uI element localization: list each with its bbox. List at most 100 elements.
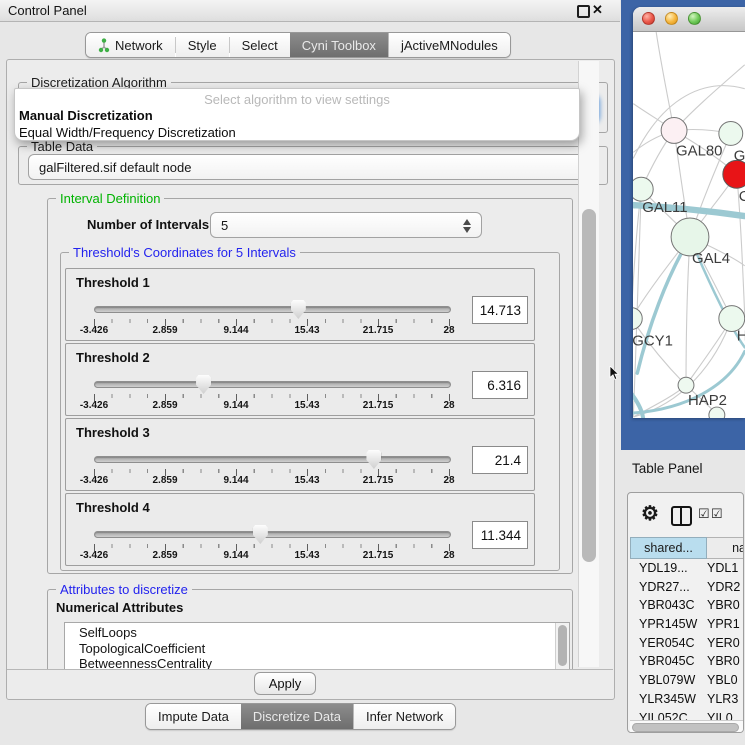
split-view-icon[interactable] <box>671 506 692 526</box>
node-label: GAL80 <box>676 142 722 159</box>
tab-impute-data[interactable]: Impute Data <box>146 704 241 729</box>
threshold-2-slider[interactable] <box>94 376 449 394</box>
list-item[interactable]: SelfLoops <box>65 623 569 641</box>
checkbox-icon[interactable]: ☑ <box>711 506 723 522</box>
numerical-attributes-label: Numerical Attributes <box>56 600 183 615</box>
tab-select[interactable]: Select <box>230 33 290 57</box>
algorithm-dropdown-popup: Select algorithm to view settings Manual… <box>14 88 580 141</box>
threshold-4-label: Threshold 4 <box>76 500 150 515</box>
threshold-1-slider-thumb[interactable] <box>291 300 306 319</box>
table-horizontal-scrollbar-thumb[interactable] <box>632 723 739 732</box>
threshold-3-slider-thumb[interactable] <box>366 450 381 469</box>
table-row[interactable]: YBL079WYBL0 <box>630 671 743 690</box>
close-icon[interactable]: ✕ <box>592 2 603 18</box>
node-label: HAP2 <box>688 392 727 409</box>
slider-track[interactable] <box>94 306 451 313</box>
window-title: Control Panel <box>8 3 87 18</box>
table-panel: ⚙ ☑ ☑ shared... na YDL19...YDL1 YDR27...… <box>627 492 744 733</box>
slider-scale-labels: -3.426 2.859 9.144 15.43 21.715 28 <box>94 400 449 412</box>
list-item[interactable]: BetweennessCentrality <box>65 656 569 670</box>
threshold-1-value-field[interactable]: 14.713 <box>472 296 528 324</box>
zoom-traffic-light-icon[interactable] <box>688 12 701 25</box>
table-data-group: Table Data galFiltered.sif default node <box>18 146 608 185</box>
threshold-4-slider[interactable] <box>94 526 449 544</box>
table-row[interactable]: YBR043CYBR0 <box>630 596 743 615</box>
threshold-4-slider-thumb[interactable] <box>253 525 268 544</box>
float-window-icon[interactable] <box>577 5 590 18</box>
attributes-group: Attributes to discretize Numerical Attri… <box>47 589 573 670</box>
network-node-gcy1[interactable] <box>633 308 642 330</box>
cyni-toolbox-panel: Discretization Algorithm Table Data galF… <box>6 59 615 700</box>
threshold-1-panel: Threshold 1 -3.426 2.859 9.144 <box>65 268 535 341</box>
panel-scrollbar[interactable] <box>578 61 599 667</box>
tab-network[interactable]: Network <box>86 33 175 57</box>
num-intervals-combobox[interactable]: 5 <box>210 212 482 238</box>
threshold-1-label: Threshold 1 <box>76 275 150 290</box>
tab-discretize-data-label: Discretize Data <box>253 709 341 724</box>
tab-style[interactable]: Style <box>176 33 229 57</box>
node-label: C <box>739 188 745 205</box>
column-header-shared-name[interactable]: shared... <box>630 537 707 559</box>
settings-scroll-area: Discretization Algorithm Table Data galF… <box>7 60 613 670</box>
slider-scale-labels: -3.426 2.859 9.144 15.43 21.715 28 <box>94 325 449 337</box>
control-panel-tabbar: Network Style Select Cyni Toolbox jActiv… <box>85 32 511 58</box>
thresholds-group: Threshold's Coordinates for 5 Intervals … <box>60 252 560 571</box>
dropdown-option-manual[interactable]: Manual Discretization <box>15 107 579 124</box>
numerical-attributes-list[interactable]: SelfLoops TopologicalCoefficient Between… <box>64 622 570 670</box>
apply-button[interactable]: Apply <box>254 672 316 695</box>
network-window-titlebar <box>633 7 745 32</box>
dropdown-option-equal-width[interactable]: Equal Width/Frequency Discretization <box>15 124 579 141</box>
tab-impute-data-label: Impute Data <box>158 709 229 724</box>
table-row[interactable]: YDL19...YDL1 <box>630 559 743 578</box>
node-label: GAL4 <box>692 250 730 267</box>
minimize-traffic-light-icon[interactable] <box>665 12 678 25</box>
threshold-2-slider-thumb[interactable] <box>196 375 211 394</box>
table-row[interactable]: YPR145WYPR1 <box>630 615 743 634</box>
node-label: GAL11 <box>642 199 687 216</box>
table-row[interactable]: YLR345WYLR3 <box>630 690 743 709</box>
threshold-2-value-field[interactable]: 6.316 <box>472 371 528 399</box>
threshold-3-label: Threshold 3 <box>76 425 150 440</box>
threshold-3-value-field[interactable]: 21.4 <box>472 446 528 474</box>
table-row[interactable]: YBR045CYBR0 <box>630 652 743 671</box>
tab-infer-network[interactable]: Infer Network <box>353 704 455 729</box>
checkbox-icon[interactable]: ☑ <box>698 506 710 522</box>
tab-network-label: Network <box>115 38 163 53</box>
tab-discretize-data[interactable]: Discretize Data <box>241 704 353 729</box>
threshold-4-panel: Threshold 4 -3.426 2.859 9.144 <box>65 493 535 566</box>
interval-definition-group: Interval Definition Number of Intervals … <box>47 198 573 574</box>
threshold-2-label: Threshold 2 <box>76 350 150 365</box>
slider-track[interactable] <box>94 531 451 538</box>
control-panel-titlebar: Control Panel ✕ <box>0 0 620 22</box>
threshold-3-slider[interactable] <box>94 451 449 469</box>
table-row[interactable]: YIL052CYIL0 <box>630 709 743 721</box>
threshold-1-slider[interactable] <box>94 301 449 319</box>
panel-scrollbar-thumb[interactable] <box>582 209 596 562</box>
network-canvas[interactable]: GAL80 GA C GAL11 GAL4 GCY1 H HAP2 <box>633 32 745 418</box>
slider-track[interactable] <box>94 381 451 388</box>
network-window: GAL80 GA C GAL11 GAL4 GCY1 H HAP2 <box>633 7 745 418</box>
threshold-3-panel: Threshold 3 -3.426 2.859 9.144 <box>65 418 535 491</box>
table-header-row: shared... na <box>630 537 744 559</box>
tab-cyni-toolbox[interactable]: Cyni Toolbox <box>290 33 388 57</box>
column-header-name[interactable]: na <box>707 537 744 559</box>
table-row[interactable]: YDR27...YDR2 <box>630 578 743 597</box>
table-horizontal-scrollbar[interactable] <box>630 720 743 733</box>
threshold-2-panel: Threshold 2 -3.426 2.859 9.144 <box>65 343 535 416</box>
list-scrollbar-thumb[interactable] <box>558 625 567 666</box>
gear-icon[interactable]: ⚙ <box>641 501 659 526</box>
threshold-4-value-field[interactable]: 11.344 <box>472 521 528 549</box>
tab-jactivemnodules[interactable]: jActiveMNodules <box>388 33 510 57</box>
list-item[interactable]: TopologicalCoefficient <box>65 641 569 657</box>
network-node-gal80[interactable] <box>661 118 687 144</box>
slider-track[interactable] <box>94 456 451 463</box>
node-label: GCY1 <box>633 332 673 349</box>
network-node-selected-red[interactable] <box>723 160 745 188</box>
network-node-gal11[interactable] <box>633 177 653 201</box>
combo-arrows-icon <box>463 218 472 234</box>
network-node-hap2[interactable] <box>678 377 694 393</box>
list-scrollbar[interactable] <box>555 623 569 669</box>
table-row[interactable]: YER054CYER0 <box>630 634 743 653</box>
close-traffic-light-icon[interactable] <box>642 12 655 25</box>
table-data-combobox[interactable]: galFiltered.sif default node <box>28 154 598 180</box>
